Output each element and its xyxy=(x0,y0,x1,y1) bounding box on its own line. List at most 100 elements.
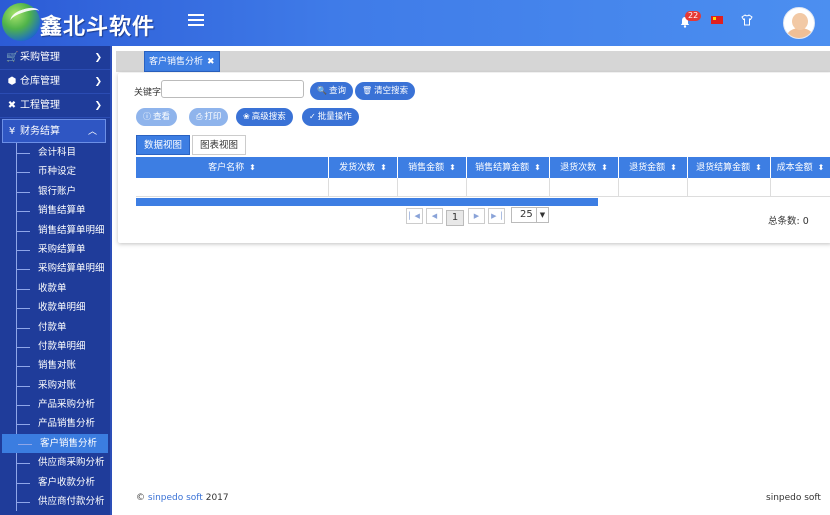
table-cell xyxy=(688,178,771,197)
sidebar-subitem[interactable]: 销售对账 xyxy=(0,356,110,375)
sidebar-subitem[interactable]: 银行账户 xyxy=(0,182,110,201)
close-icon[interactable]: ✖ xyxy=(207,57,215,67)
chevron-down-icon: ❯ xyxy=(94,101,102,111)
info-icon: ⓘ xyxy=(143,112,151,121)
tshirt-icon[interactable] xyxy=(741,14,753,26)
column-header[interactable]: 成本金额 ⬍ xyxy=(771,157,830,178)
table-row xyxy=(136,178,830,197)
sidebar-group-purchase[interactable]: 🛒 采购管理 ❯ xyxy=(0,46,110,70)
clear-search-button[interactable]: 🗑 清空搜索 xyxy=(355,82,416,100)
main-content: 客户销售分析 ✖ 关键字 🔍 查询 🗑 清空搜索 ⓘ 查看 ⎙ 打印 ❀ 高级搜索 ✓ 批量操… xyxy=(112,46,830,515)
sidebar-subitem[interactable]: 销售结算单明细 xyxy=(0,221,110,240)
company-logo-icon xyxy=(2,3,42,41)
sidebar-group-warehouse[interactable]: ⬢ 仓库管理 ❯ xyxy=(0,70,110,94)
sidebar-subitem[interactable]: 产品采购分析 xyxy=(0,395,110,414)
data-grid: 客户名称 ⬍ 发货次数 ⬍ 销售金额 ⬍ 销售结算金额 ⬍ 退货次数 ⬍ 退货金额 ⬍ 退货结算金额 ⬍ 成… xyxy=(136,157,830,197)
yen-icon: ¥ xyxy=(8,126,16,137)
sidebar-subitem[interactable]: 采购对账 xyxy=(0,376,110,395)
prev-page-icon[interactable]: ◀ xyxy=(426,208,443,224)
sidebar-subitem[interactable]: 供应商采购分析 xyxy=(0,453,110,472)
sort-icon[interactable]: ⬍ xyxy=(818,163,825,172)
china-flag-icon[interactable] xyxy=(711,16,723,24)
sort-icon[interactable]: ⬍ xyxy=(755,163,762,172)
sidebar-group-finance[interactable]: ¥ 财务结算 ︿ xyxy=(2,119,106,143)
keyword-label: 关键字 xyxy=(134,88,162,98)
sidebar-group-engineering[interactable]: ✖ 工程管理 ❯ xyxy=(0,94,110,118)
tab-chart-view[interactable]: 图表视图 xyxy=(192,135,247,155)
table-cell xyxy=(329,178,398,197)
batch-operation-button[interactable]: ✓ 批量操作 xyxy=(302,108,359,126)
table-cell xyxy=(136,178,329,197)
sidebar-subitem[interactable]: 付款单 xyxy=(0,318,110,337)
column-header[interactable]: 退货次数 ⬍ xyxy=(550,157,619,178)
column-header[interactable]: 客户名称 ⬍ xyxy=(136,157,329,178)
column-header[interactable]: 发货次数 ⬍ xyxy=(329,157,398,178)
sort-icon[interactable]: ⬍ xyxy=(380,163,387,172)
advanced-search-button[interactable]: ❀ 高级搜索 xyxy=(236,108,293,126)
chevron-up-icon: ︿ xyxy=(87,127,97,137)
sidebar-subitem[interactable]: 采购结算单明细 xyxy=(0,259,110,278)
horizontal-scrollbar[interactable] xyxy=(136,198,598,206)
sidebar-subitem[interactable]: 会计科目 xyxy=(0,143,110,162)
chevron-down-icon: ❯ xyxy=(94,53,102,63)
table-cell xyxy=(467,178,550,197)
top-header: 鑫北斗软件 22 xyxy=(0,0,830,46)
chevron-down-icon: ❯ xyxy=(94,77,102,87)
print-icon: ⎙ xyxy=(196,112,203,121)
print-button[interactable]: ⎙ 打印 xyxy=(189,108,229,126)
first-page-icon[interactable]: ▏◀ xyxy=(406,208,423,224)
paw-icon: ❀ xyxy=(243,112,250,121)
company-link[interactable]: sinpedo soft xyxy=(148,493,203,503)
brand-title: 鑫北斗软件 xyxy=(40,14,156,40)
cart-icon: 🛒 xyxy=(6,52,19,63)
column-header[interactable]: 销售金额 ⬍ xyxy=(398,157,467,178)
sidebar-subitem[interactable]: 付款单明细 xyxy=(0,337,110,356)
last-page-icon[interactable]: ▶▕ xyxy=(488,208,505,224)
sidebar-subitem[interactable]: 币种设定 xyxy=(0,162,110,181)
column-header[interactable]: 销售结算金额 ⬍ xyxy=(467,157,550,178)
sidebar-subitem[interactable]: 收款单 xyxy=(0,279,110,298)
view-button[interactable]: ⓘ 查看 xyxy=(136,108,178,126)
footer-brand: sinpedo soft xyxy=(766,493,821,503)
sidebar-subitem[interactable]: 客户收款分析 xyxy=(0,473,110,492)
check-circle-icon: ✓ xyxy=(309,112,316,121)
next-page-icon[interactable]: ▶ xyxy=(468,208,485,224)
column-header[interactable]: 退货结算金额 ⬍ xyxy=(688,157,771,178)
table-cell xyxy=(398,178,467,197)
sidebar: 🛒 采购管理 ❯ ⬢ 仓库管理 ❯ ✖ 工程管理 ❯ ¥ 财务结算 ︿ 会计科目 币种设定… xyxy=(0,46,112,515)
page-tab-bar: 客户销售分析 ✖ xyxy=(116,51,830,72)
tab-customer-sales-analysis[interactable]: 客户销售分析 ✖ xyxy=(144,51,220,72)
user-avatar[interactable] xyxy=(783,7,815,39)
sort-icon[interactable]: ⬍ xyxy=(670,163,677,172)
sidebar-subitem[interactable]: 产品销售分析 xyxy=(0,414,110,433)
total-count: 总条数: 0 xyxy=(768,216,809,227)
footer-copyright: © sinpedo soft 2017 xyxy=(136,493,229,503)
table-cell xyxy=(771,178,830,197)
menu-toggle-icon[interactable] xyxy=(188,14,204,28)
page-number[interactable]: 1 xyxy=(446,210,464,226)
column-header[interactable]: 退货金额 ⬍ xyxy=(619,157,688,178)
notification-badge: 22 xyxy=(685,11,702,21)
sidebar-subitem[interactable]: 销售结算单 xyxy=(0,201,110,220)
sort-icon[interactable]: ⬍ xyxy=(449,163,456,172)
sort-icon[interactable]: ⬍ xyxy=(534,163,541,172)
finance-submenu: 会计科目 币种设定 银行账户 销售结算单 销售结算单明细 采购结算单 采购结算单明细 收款单收… xyxy=(0,143,110,512)
trash-icon: 🗑 xyxy=(362,86,373,95)
main-panel: 关键字 🔍 查询 🗑 清空搜索 ⓘ 查看 ⎙ 打印 ❀ 高级搜索 ✓ 批量操作 数据视图 图… xyxy=(118,73,830,243)
sidebar-subitem[interactable]: 供应商付款分析 xyxy=(0,492,110,511)
table-cell xyxy=(550,178,619,197)
query-button[interactable]: 🔍 查询 xyxy=(310,82,353,100)
sidebar-subitem[interactable]: 客户销售分析 xyxy=(2,433,108,454)
page-size-select[interactable]: 25 ▼ xyxy=(511,207,549,223)
table-cell xyxy=(619,178,688,197)
cube-icon: ⬢ xyxy=(7,76,17,87)
sidebar-subitem[interactable]: 收款单明细 xyxy=(0,298,110,317)
keyword-input[interactable] xyxy=(161,80,304,98)
tab-data-view[interactable]: 数据视图 xyxy=(136,135,191,155)
sidebar-subitem[interactable]: 采购结算单 xyxy=(0,240,110,259)
sort-icon[interactable]: ⬍ xyxy=(601,163,608,172)
search-icon: 🔍 xyxy=(317,86,327,95)
tools-icon: ✖ xyxy=(7,100,17,111)
sort-icon[interactable]: ⬍ xyxy=(249,163,256,172)
caret-down-icon: ▼ xyxy=(536,208,548,222)
